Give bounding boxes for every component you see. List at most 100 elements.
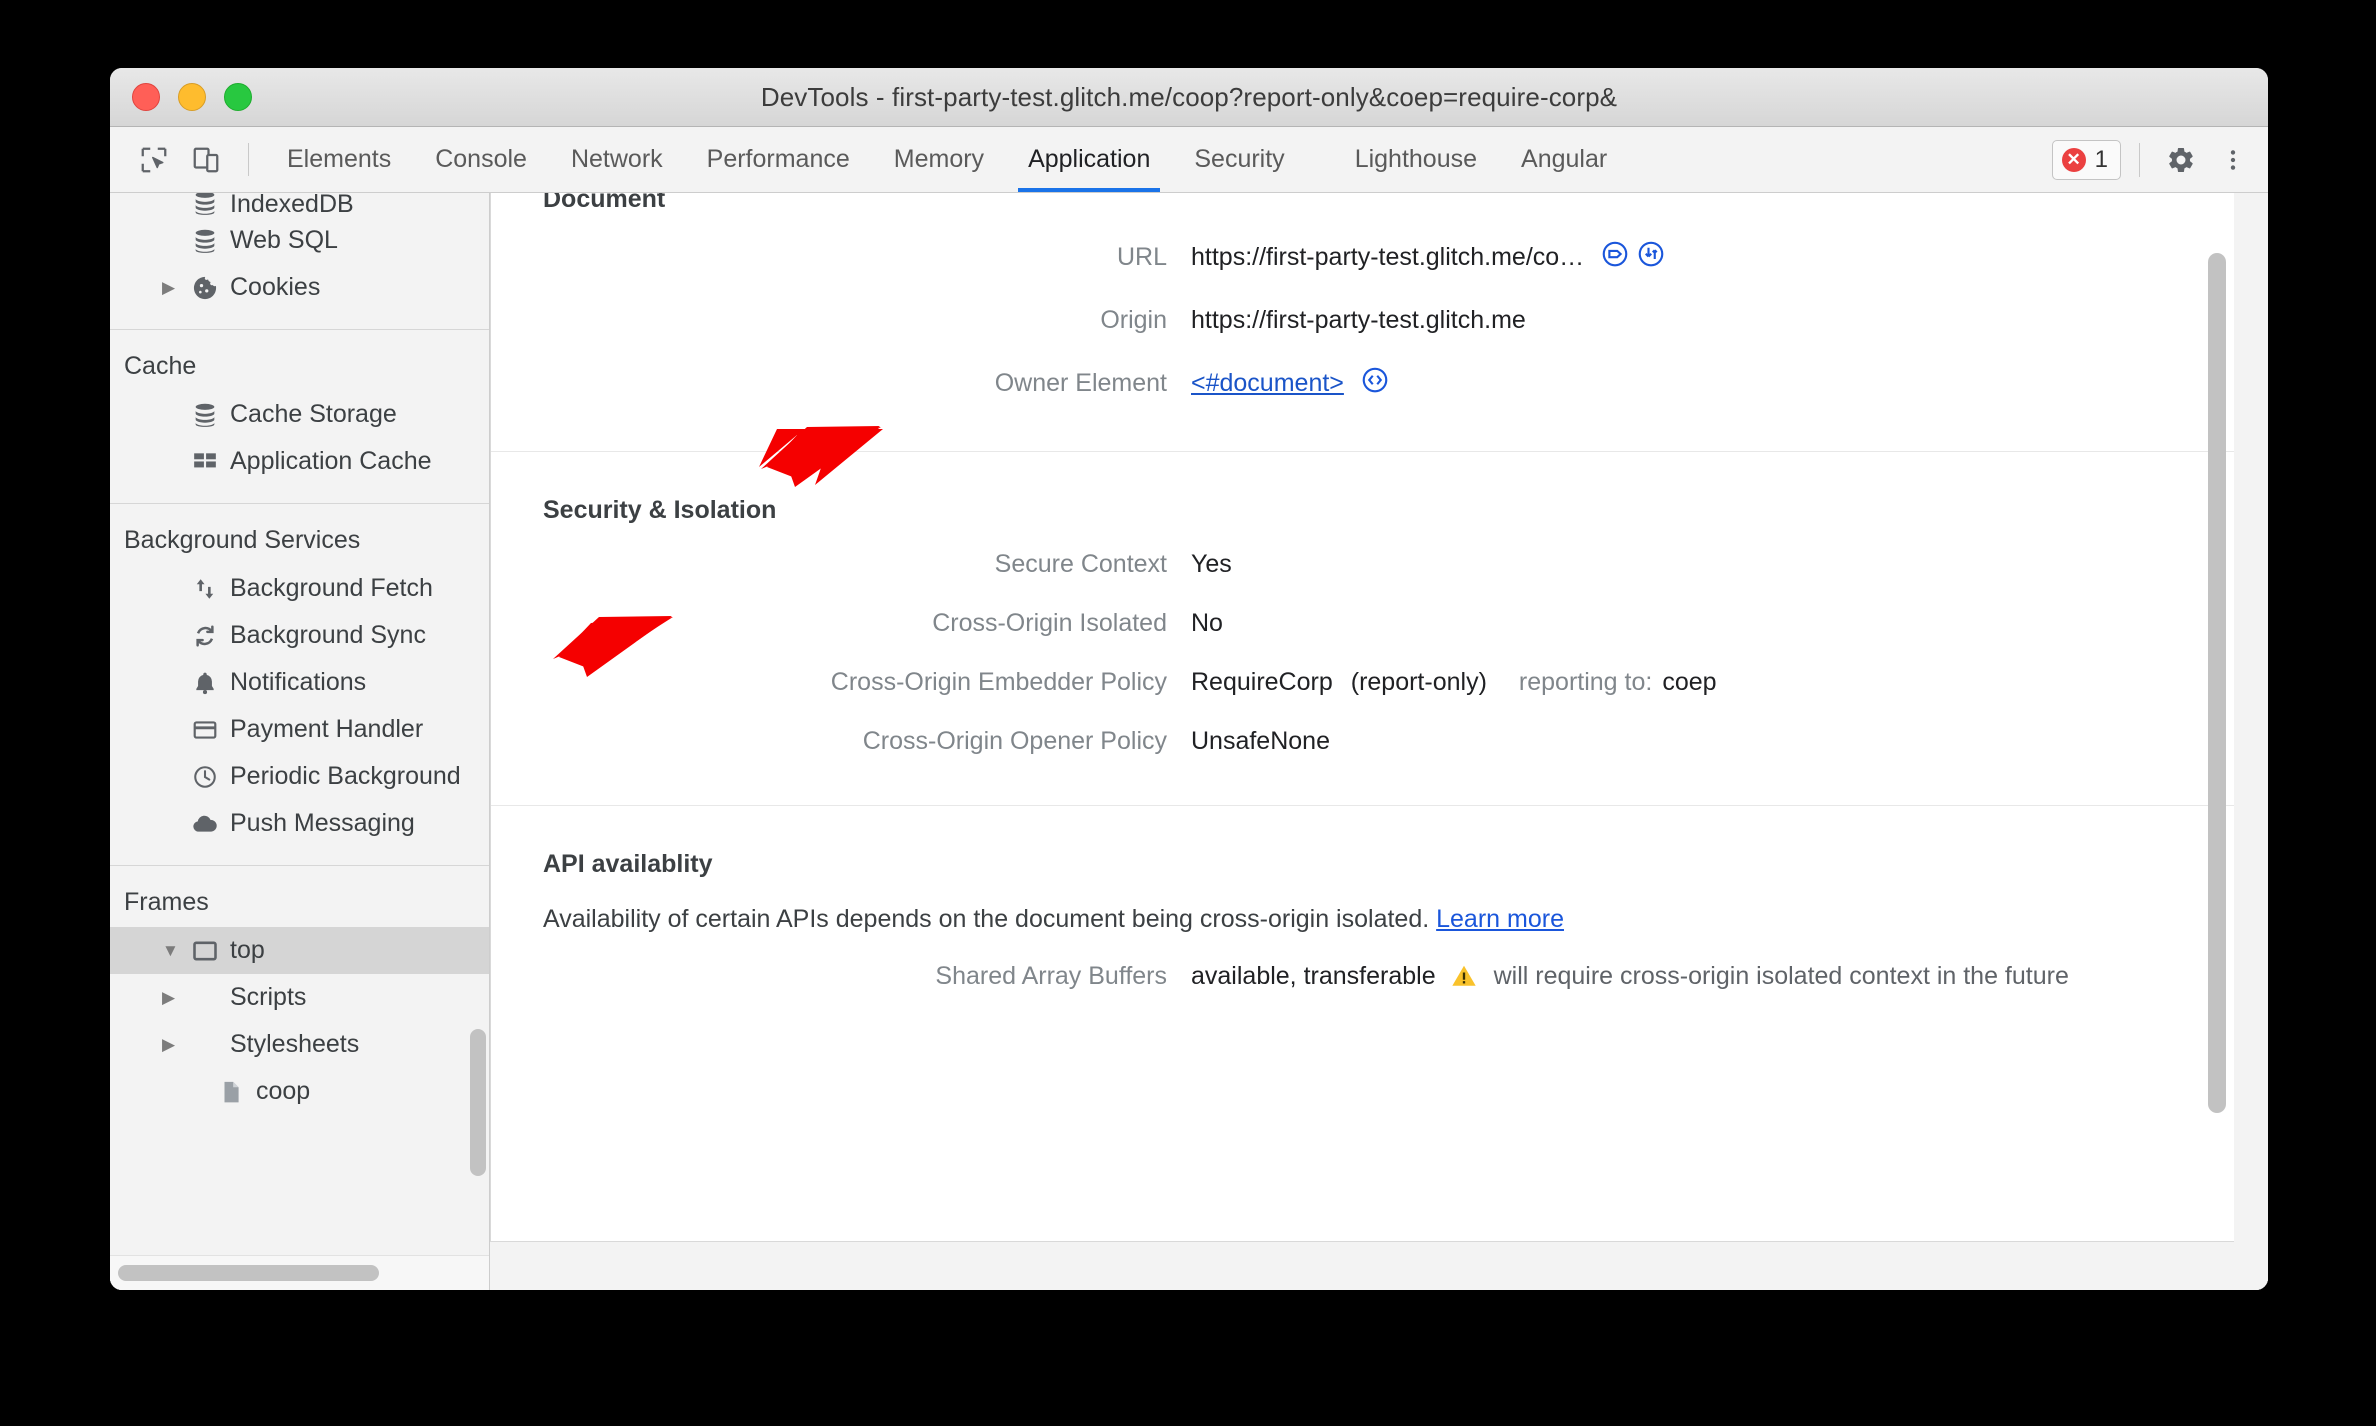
sidebar-group: Background Services Background Fetch Backg… xyxy=(110,504,489,855)
url-action-icons xyxy=(1600,239,1666,276)
sidebar-item-label: Push Messaging xyxy=(230,809,415,837)
sidebar-item-indexeddb[interactable]: IndexedDB xyxy=(110,193,489,217)
panel-tabs: Elements Console Network Performance Memory A… xyxy=(265,127,2052,192)
sidebar-item-icon xyxy=(214,1079,248,1105)
sidebar-item-stylesheets[interactable]: ▶ Stylesheets xyxy=(110,1021,489,1068)
sidebar-item-icon xyxy=(188,717,222,743)
device-toolbar-icon[interactable] xyxy=(180,127,232,192)
gear-icon[interactable] xyxy=(2158,137,2204,183)
owner-element-link[interactable]: <#document> xyxy=(1191,369,1344,398)
error-count-label: 1 xyxy=(2094,145,2108,173)
row-cross-origin-isolated-label: Cross-Origin Isolated xyxy=(932,609,1167,637)
learn-more-link[interactable]: Learn more xyxy=(1436,905,1564,933)
error-icon: ✕ xyxy=(2061,147,2086,172)
security-section-title: Security & Isolation xyxy=(543,496,777,524)
sidebar-item-icon xyxy=(188,670,222,696)
tab-performance[interactable]: Performance xyxy=(685,127,872,192)
tab-lighthouse[interactable]: Lighthouse xyxy=(1333,127,1499,192)
sidebar-group: Cache Cache Storage Application Cache xyxy=(110,330,489,493)
sidebar-hscroll-thumb[interactable] xyxy=(118,1265,380,1281)
sidebar-item-application-cache[interactable]: Application Cache xyxy=(110,438,489,485)
tab-group-separator xyxy=(1307,127,1333,192)
sidebar-group-header: Frames xyxy=(124,888,209,916)
sidebar-item-scripts[interactable]: ▶ Scripts xyxy=(110,974,489,1021)
coep-reporting-label: reporting to: xyxy=(1518,668,1653,696)
sidebar-item-background-sync[interactable]: Background Sync xyxy=(110,612,489,659)
coep-reporting-endpoint: coep xyxy=(1662,668,1717,696)
sidebar-item-push-messaging[interactable]: Push Messaging xyxy=(110,800,489,847)
reveal-in-elements-icon[interactable] xyxy=(1360,365,1390,402)
sidebar-vscroll-thumb[interactable] xyxy=(470,1028,486,1177)
chevron-down-icon[interactable]: ▼ xyxy=(162,941,188,961)
sidebar-item-icon xyxy=(188,227,222,255)
sidebar-item-icon xyxy=(188,937,222,965)
sidebar-item-web-sql[interactable]: Web SQL xyxy=(110,217,489,264)
inspect-element-icon[interactable] xyxy=(128,127,180,192)
sidebar-item-icon xyxy=(188,449,222,475)
api-availability-section: API availablity Availability of certain … xyxy=(491,806,2234,1043)
chevron-right-icon[interactable]: ▶ xyxy=(162,1035,188,1055)
sidebar-item-label: top xyxy=(230,936,265,964)
tab-elements[interactable]: Elements xyxy=(265,127,413,192)
reveal-in-network-icon[interactable] xyxy=(1600,239,1630,276)
chevron-right-icon[interactable]: ▶ xyxy=(162,278,188,298)
row-url-label: URL xyxy=(1116,243,1167,271)
open-in-sources-icon[interactable] xyxy=(1636,239,1666,276)
sidebar-item-cache-storage[interactable]: Cache Storage xyxy=(110,391,489,438)
owner-element-icons xyxy=(1360,365,1390,402)
document-icon xyxy=(218,1079,244,1105)
tab-network[interactable]: Network xyxy=(549,127,685,192)
sidebar-item-notifications[interactable]: Notifications xyxy=(110,659,489,706)
sidebar-item-background-fetch[interactable]: Background Fetch xyxy=(110,565,489,612)
sidebar-item-icon xyxy=(188,810,222,838)
sab-note: will require cross-origin isolated conte… xyxy=(1493,962,2069,990)
database-icon xyxy=(191,193,219,217)
tab-memory[interactable]: Memory xyxy=(872,127,1006,192)
row-coep: Cross-Origin Embedder Policy RequireCorp… xyxy=(491,653,2234,712)
sidebar-vertical-scrollbar[interactable] xyxy=(470,197,486,1250)
row-secure-context-label: Secure Context xyxy=(994,550,1167,578)
sidebar-horizontal-scrollbar[interactable] xyxy=(110,1255,489,1290)
sidebar-item-coop[interactable]: coop xyxy=(110,1068,489,1115)
document-section: Document URL https://first-party-test.gl… xyxy=(491,193,2234,452)
sidebar-item-top[interactable]: ▼ top xyxy=(110,927,489,974)
row-coop: Cross-Origin Opener Policy UnsafeNone xyxy=(491,712,2234,771)
sidebar-item-icon xyxy=(188,764,222,790)
frame-details-content: Document URL https://first-party-test.gl… xyxy=(491,193,2234,1043)
minimize-window-button[interactable] xyxy=(178,83,206,111)
sidebar-item-payment-handler[interactable]: Payment Handler xyxy=(110,706,489,753)
content-vscroll-thumb[interactable] xyxy=(2208,253,2226,1113)
error-count-badge[interactable]: ✕ 1 xyxy=(2051,139,2121,180)
toolbar-divider-2 xyxy=(2139,142,2140,177)
sync-icon xyxy=(192,623,218,649)
kebab-menu-icon[interactable] xyxy=(2210,137,2256,183)
sidebar-item-label: Application Cache xyxy=(230,447,432,475)
tab-console[interactable]: Console xyxy=(413,127,549,192)
row-origin: Origin https://first-party-test.glitch.m… xyxy=(491,291,2234,350)
tab-security[interactable]: Security xyxy=(1172,127,1306,192)
row-coep-label: Cross-Origin Embedder Policy xyxy=(830,668,1167,696)
sidebar-item-icon xyxy=(188,193,222,217)
content-vertical-scrollbar[interactable] xyxy=(2208,193,2226,1193)
row-origin-value: https://first-party-test.glitch.me xyxy=(1191,306,1526,334)
tab-angular[interactable]: Angular xyxy=(1499,127,1629,192)
sidebar-item-periodic-background[interactable]: Periodic Background xyxy=(110,753,489,800)
sidebar-item-cookies[interactable]: ▶ Cookies xyxy=(110,264,489,311)
tab-label: Performance xyxy=(706,145,850,173)
close-window-button[interactable] xyxy=(132,83,160,111)
coep-value: RequireCorp xyxy=(1191,668,1333,696)
window-titlebar: DevTools - first-party-test.glitch.me/co… xyxy=(110,68,2268,127)
tab-application[interactable]: Application xyxy=(1006,127,1172,192)
sidebar-item-label: Cache Storage xyxy=(230,400,397,428)
row-shared-array-buffers: Shared Array Buffers available, transfer… xyxy=(491,944,2234,1009)
sidebar-group: IndexedDB Web SQL ▶ Cookies xyxy=(110,193,489,319)
devtools-window: DevTools - first-party-test.glitch.me/co… xyxy=(110,68,2268,1290)
tab-label: Network xyxy=(570,145,663,173)
row-owner-element-value: <#document> xyxy=(1191,365,1390,402)
chevron-right-icon[interactable]: ▶ xyxy=(162,988,188,1008)
toolbar-right-controls: ✕ 1 xyxy=(2051,127,2268,192)
maximize-window-button[interactable] xyxy=(224,83,252,111)
sidebar-scroll-area: IndexedDB Web SQL ▶ Cookies Cache Cache Stora… xyxy=(110,193,489,1255)
sidebar-item-label: coop xyxy=(256,1077,311,1105)
sidebar-item-label: Notifications xyxy=(230,668,367,696)
